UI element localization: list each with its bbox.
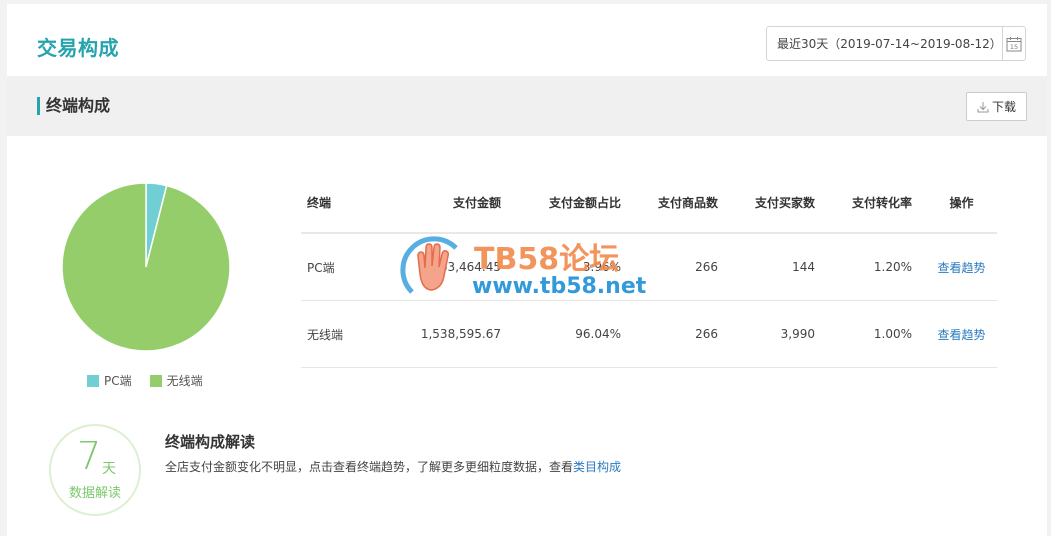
cell-terminal: PC端 (307, 260, 335, 275)
col-header-buyers: 支付买家数 (754, 195, 815, 210)
legend-swatch-pc (87, 374, 99, 387)
badge-unit: 天 (102, 461, 116, 477)
cell-buyers: 3,990 (780, 327, 815, 341)
terminal-table: 终端 支付金额 支付金额占比 支付商品数 支付买家数 支付转化率 操作 PC端 … (301, 172, 997, 368)
cell-terminal: 无线端 (307, 327, 344, 342)
col-header-terminal: 终端 (307, 195, 332, 210)
legend-label-wireless: 无线端 (166, 374, 203, 388)
legend-item-pc[interactable]: PC端 (87, 372, 132, 389)
insight-title: 终端构成解读 (165, 433, 256, 451)
insight-text: 全店支付金额变化不明显，点击查看终端趋势，了解更多更细粒度数据，查看类目构成 (165, 458, 621, 475)
section-title: 终端构成 (37, 97, 110, 115)
cell-amount: 63,464.45 (439, 260, 501, 274)
calendar-button[interactable]: 15 (1001, 27, 1025, 60)
col-header-conversion: 支付转化率 (851, 195, 912, 210)
table-row: 无线端 1,538,595.67 96.04% 266 3,990 1.00% … (301, 301, 997, 368)
cell-conversion: 1.00% (873, 327, 912, 341)
col-header-items: 支付商品数 (657, 195, 718, 210)
chart-legend: PC端 无线端 (87, 372, 203, 389)
download-label: 下载 (991, 100, 1016, 114)
legend-swatch-wireless (149, 374, 162, 387)
calendar-day: 15 (1010, 43, 1018, 51)
badge-label: 数据解读 (68, 486, 121, 501)
cell-conversion: 1.20% (873, 260, 912, 274)
legend-label-pc: PC端 (104, 374, 132, 388)
cell-buyers: 144 (792, 260, 815, 274)
date-range-picker[interactable]: 最近30天（2019-07-14~2019-08-12） 15 (766, 26, 1026, 61)
table-header-row: 终端 支付金额 支付金额占比 支付商品数 支付买家数 支付转化率 操作 (301, 172, 997, 234)
col-header-amount: 支付金额 (452, 195, 501, 210)
download-icon (977, 101, 989, 112)
date-range-text: 最近30天（2019-07-14~2019-08-12） (777, 37, 1002, 51)
insight-body: 全店支付金额变化不明显，点击查看终端趋势，了解更多更细粒度数据，查看 (165, 460, 574, 474)
cell-share: 96.04% (575, 327, 621, 341)
seven-day-insight-badge: 7 天 数据解读 (49, 424, 141, 516)
cell-items: 266 (695, 327, 718, 341)
cell-amount: 1,538,595.67 (420, 327, 501, 341)
pie-slice-wireless[interactable] (61, 182, 231, 352)
section-header: 终端构成 下载 (7, 77, 1047, 136)
legend-item-wireless[interactable]: 无线端 (149, 372, 203, 389)
calendar-icon: 15 (1006, 36, 1022, 51)
download-button[interactable]: 下载 (966, 92, 1027, 121)
col-header-share: 支付金额占比 (548, 195, 621, 210)
col-header-action: 操作 (949, 195, 974, 210)
terminal-pie-chart (61, 182, 231, 352)
table-row: PC端 63,464.45 3.96% 266 144 1.20% 查看趋势 (301, 234, 997, 301)
page-title: 交易构成 (37, 36, 119, 60)
view-trend-link-pc[interactable]: 查看趋势 (937, 261, 985, 275)
cell-share: 3.96% (582, 260, 621, 274)
header-card: 交易构成 最近30天（2019-07-14~2019-08-12） 15 (7, 4, 1047, 76)
category-structure-link[interactable]: 类目构成 (573, 460, 621, 474)
badge-number: 7 (77, 434, 102, 478)
cell-items: 266 (695, 260, 718, 274)
terminal-panel: PC端 无线端 终端 支付金额 支付金额占比 支付商品数 支付买家数 支付转化率… (7, 136, 1047, 536)
view-trend-link-wireless[interactable]: 查看趋势 (937, 328, 985, 342)
